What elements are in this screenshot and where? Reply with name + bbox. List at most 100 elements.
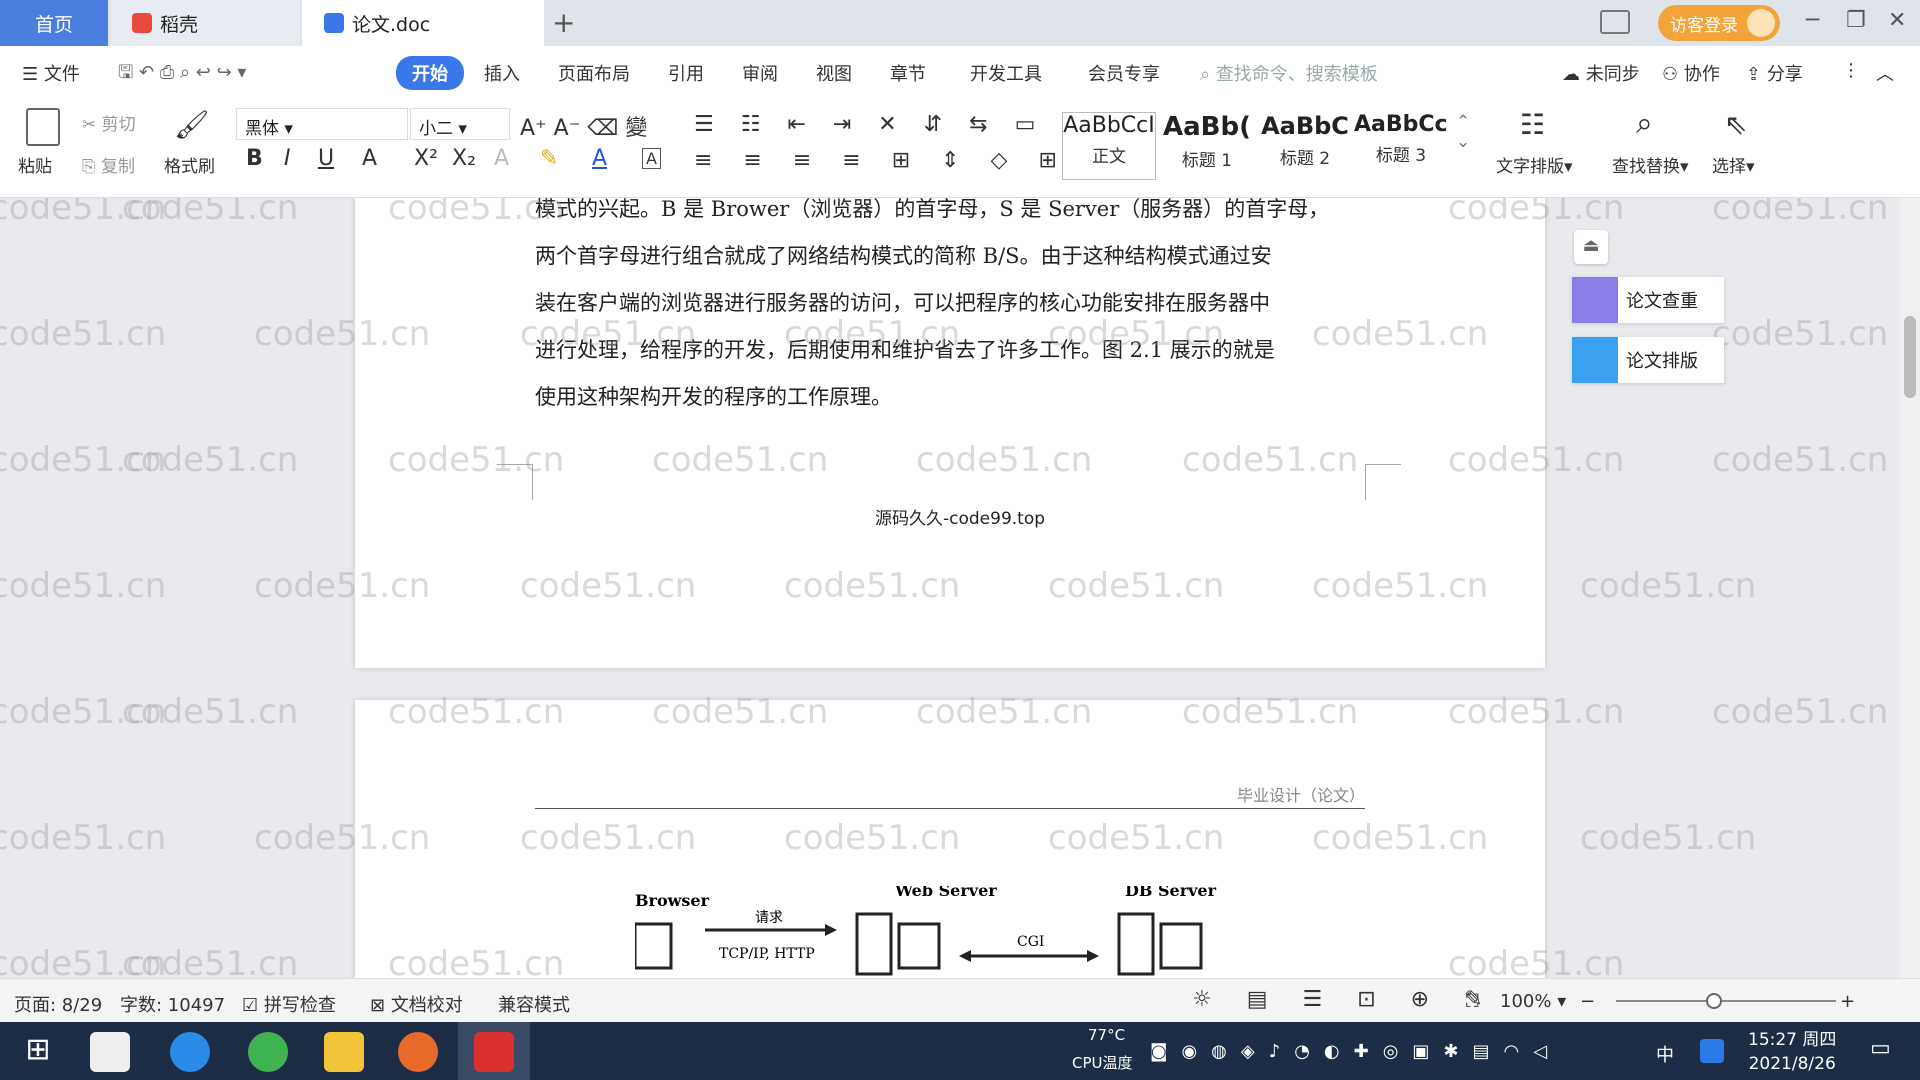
tab-references[interactable]: 引用 [668, 60, 704, 86]
paste-button[interactable]: 粘贴 [18, 152, 52, 177]
text-layout-icon[interactable]: ☷ [1520, 108, 1545, 141]
paper-layout-icon [1572, 337, 1618, 383]
minimize-icon[interactable]: ─ [1806, 8, 1819, 33]
format-painter-button[interactable]: 格式刷 [164, 152, 215, 177]
restore-icon[interactable]: ❐ [1846, 8, 1866, 33]
zoom-slider-thumb[interactable] [1706, 993, 1722, 1009]
paper-layout-button[interactable]: 论文排版 [1572, 337, 1724, 383]
watermark-text: code51.cn [1712, 692, 1889, 732]
find-replace-button[interactable]: 查找替换▾ [1612, 152, 1689, 177]
spell-check-button[interactable]: ☑ 拼写检查 [242, 991, 336, 1017]
app-icon[interactable] [90, 1032, 130, 1072]
page-footer[interactable]: 源码久久-code99.top [875, 504, 1045, 529]
more-icon[interactable]: ⋮ [1842, 60, 1860, 81]
style-normal[interactable]: AaBbCcI 正文 [1062, 112, 1156, 180]
tab-review[interactable]: 审阅 [742, 60, 778, 86]
tab-view[interactable]: 视图 [816, 60, 852, 86]
font-color-icon[interactable]: A [592, 146, 607, 171]
cgi-arrowhead-left [959, 950, 971, 962]
bold-icon[interactable]: B [246, 146, 263, 171]
tab-start[interactable]: 开始 [396, 56, 464, 90]
file-explorer-icon[interactable] [324, 1032, 364, 1072]
copy-button[interactable]: ⎘ 复制 [82, 152, 135, 177]
zoom-slider-track[interactable] [1616, 1000, 1836, 1002]
word-count[interactable]: 字数: 10497 [120, 991, 225, 1017]
paragraph-tools-icons[interactable]: ☰ ☷ ⇤ ⇥ ✕ ⇵ ⇆ ▭ [694, 112, 1045, 137]
cpu-temp-label: CPU温度 [1072, 1054, 1133, 1072]
quick-access-icons[interactable]: 🖫 ↶ ⎙ ⌕ ↩ ↪ ▾ [118, 60, 246, 90]
ime-indicator[interactable]: 中 [1656, 1041, 1674, 1067]
highlight-icon[interactable]: ✎ [540, 146, 558, 171]
cut-button[interactable]: ✂ 剪切 [82, 110, 136, 135]
command-search[interactable]: ⌕ 查找命令、搜索模板 [1200, 60, 1378, 86]
figure-protocol-label: TCP/IP, HTTP [719, 946, 815, 962]
tab-page-layout[interactable]: 页面布局 [558, 60, 630, 86]
ie-browser-icon[interactable] [170, 1032, 210, 1072]
zoom-out-icon[interactable]: − [1580, 991, 1595, 1012]
zoom-in-icon[interactable]: + [1840, 991, 1855, 1012]
share-button[interactable]: ⇪ 分享 [1746, 60, 1803, 86]
sync-button[interactable]: ☁ 未同步 [1562, 60, 1640, 86]
proofread-button[interactable]: ⊠ 文档校对 [370, 991, 463, 1017]
search-icon[interactable]: ⌕ [1636, 106, 1653, 141]
app-orange-icon[interactable] [398, 1032, 438, 1072]
strikethrough-icon[interactable]: A [362, 146, 377, 171]
windows-start-icon[interactable]: ⊞ [18, 1032, 58, 1072]
tab-insert[interactable]: 插入 [484, 60, 520, 86]
style-heading-3[interactable]: AaBbCcl 标题 3 [1354, 112, 1448, 180]
document-page[interactable]: 毕业设计（论文） Browser 请求 TCP/IP, HTTP Web Ser… [355, 700, 1545, 978]
page-header[interactable]: 毕业设计（论文） [1237, 782, 1365, 806]
tab-developer[interactable]: 开发工具 [970, 60, 1042, 86]
guest-login-button[interactable]: 访客登录 [1658, 5, 1780, 41]
font-family-select[interactable]: 黑体 ▾ [236, 108, 408, 140]
collab-button[interactable]: ⚇ 协作 [1662, 60, 1720, 86]
close-icon[interactable]: ✕ [1888, 8, 1906, 33]
style-heading-2[interactable]: AaBbC 标题 2 [1258, 112, 1352, 180]
tab-home[interactable]: 首页 [0, 0, 108, 46]
new-tab-button[interactable]: + [552, 6, 575, 39]
style-heading-2-label: 标题 2 [1279, 149, 1331, 169]
text-layout-button[interactable]: 文字排版▾ [1496, 152, 1573, 177]
browser-360-icon[interactable] [248, 1032, 288, 1072]
tab-chapter[interactable]: 章节 [890, 60, 926, 86]
tab-document[interactable]: 论文.doc [302, 0, 544, 46]
zoom-level[interactable]: 100% ▾ [1500, 991, 1566, 1012]
styles-scroll-icon[interactable]: ⌃ ⌄ [1456, 112, 1470, 152]
tab-docer[interactable]: 稻壳 [110, 0, 300, 46]
collapse-panel-icon[interactable]: ⏏ [1574, 230, 1608, 264]
system-tray-icons[interactable]: ◙◉◍◈♪◔◐✚◎▣✱▤◠◁ [1150, 1041, 1561, 1062]
view-mode-icons[interactable]: ☼ ▤ ☰ ⊡ ⊕ ✎ [1192, 987, 1497, 1012]
paste-icon[interactable] [26, 108, 60, 146]
fit-page-icon[interactable]: ⛶ [1466, 991, 1479, 1012]
italic-icon[interactable]: I [284, 146, 291, 171]
font-size-select[interactable]: 小二 ▾ [410, 108, 510, 140]
subscript-icon[interactable]: X₂ [452, 146, 476, 171]
figure-web-server-label: Web Server [894, 886, 997, 900]
wps-icon[interactable] [474, 1032, 514, 1072]
cursor-icon[interactable]: ⇖ [1724, 108, 1747, 141]
scrollbar-thumb[interactable] [1904, 316, 1916, 398]
page-indicator[interactable]: 页面: 8/29 [14, 991, 102, 1017]
style-heading-1[interactable]: AaBb(标题 1 [1160, 112, 1254, 180]
alignment-icons[interactable]: ≡ ≡ ≡ ≡ ⊞ ⇕ ◇ ⊞ [694, 148, 1069, 173]
document-page[interactable]: 模式的兴起。B 是 Brower（浏览器）的首字母，S 是 Server（服务器… [355, 198, 1545, 668]
tab-member[interactable]: 会员专享 [1088, 60, 1160, 86]
layout-toggle-icon[interactable] [1600, 10, 1630, 34]
input-method-icon[interactable] [1700, 1039, 1724, 1063]
char-border-icon[interactable]: A [642, 148, 661, 169]
vertical-scrollbar[interactable] [1900, 198, 1920, 978]
notification-center-icon[interactable]: ▭ [1870, 1036, 1891, 1061]
system-clock[interactable]: 15:27 周四 2021/8/26 [1748, 1028, 1836, 1076]
paper-check-button[interactable]: 论文查重 [1572, 277, 1724, 323]
font-tools-icons[interactable]: A⁺ A⁻ ⌫ 變 [520, 110, 647, 142]
collapse-ribbon-icon[interactable]: ︿ [1876, 60, 1894, 86]
style-heading-1-sample: AaBb( [1163, 112, 1251, 142]
select-button[interactable]: 选择▾ [1712, 152, 1755, 177]
file-menu[interactable]: ☰ 文件 [22, 60, 80, 86]
text-effect-icon[interactable]: A [494, 146, 509, 171]
underline-icon[interactable]: U [318, 146, 334, 171]
body-paragraph[interactable]: 模式的兴起。B 是 Brower（浏览器）的首字母，S 是 Server（服务器… [535, 198, 1365, 421]
format-painter-icon[interactable]: 🖌 [174, 108, 210, 141]
superscript-icon[interactable]: X² [414, 146, 438, 171]
docer-icon [132, 13, 152, 33]
